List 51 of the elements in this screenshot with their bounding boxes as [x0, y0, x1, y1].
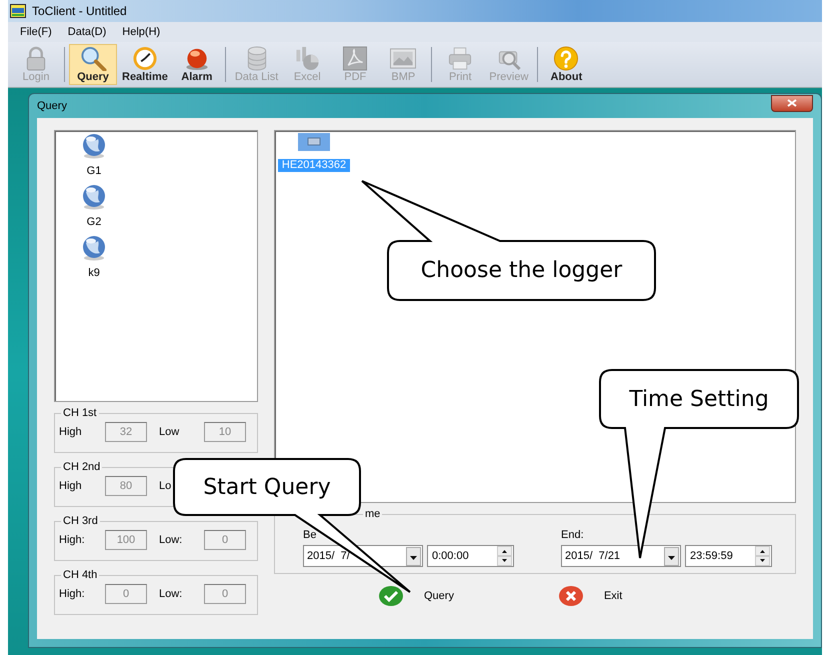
date-picker[interactable]: 2015/ 7/21 [561, 545, 681, 567]
menu-item[interactable]: File(F) [12, 26, 60, 38]
field-label: Low: [159, 534, 184, 546]
group-item[interactable]: k9 [59, 235, 129, 279]
checkmark-icon [378, 585, 404, 607]
callout-text: Start Query [202, 474, 332, 502]
toolbar-button[interactable]: Realtime [117, 44, 173, 85]
query-button[interactable]: Query [376, 583, 456, 609]
field-label: Low [159, 426, 180, 438]
group-item[interactable]: G2 [59, 184, 129, 228]
search-icon [79, 46, 107, 71]
field-label: Lo [159, 480, 172, 492]
globe-icon [80, 133, 108, 159]
help-icon [552, 46, 580, 71]
toolbar-button[interactable]: About [542, 44, 590, 85]
close-button[interactable] [771, 94, 813, 112]
group-title: CH 2nd [62, 461, 102, 473]
field-label: End: [561, 529, 584, 541]
toolbar-button[interactable]: Query [69, 44, 117, 85]
window-title: ToClient - Untitled [32, 4, 127, 18]
globe-icon [80, 235, 108, 261]
callout-text: Time Setting [628, 386, 770, 414]
field-label: Be [303, 529, 316, 541]
spinner-arrows-icon [497, 546, 512, 566]
group-title: CH 1st [62, 407, 98, 419]
field-label: High [59, 426, 83, 438]
menu-item[interactable]: Data(D) [60, 26, 114, 38]
field-label: High: [59, 534, 86, 546]
dialog-title: Query [37, 100, 67, 112]
menu-item[interactable]: Help(H) [114, 26, 168, 38]
field-label: High: [59, 588, 86, 600]
group-title: CH 3rd [62, 515, 99, 527]
group-title: CH 4th [62, 569, 98, 581]
time-field[interactable]: 0:00:00 [427, 545, 514, 567]
close-icon [558, 585, 584, 607]
globe-icon [80, 184, 108, 210]
spinner-arrows-icon [755, 546, 770, 566]
clock-icon [130, 46, 159, 71]
time-field[interactable]: 23:59:59 [685, 545, 772, 567]
group-title: me [364, 508, 382, 520]
app-icon [10, 4, 26, 18]
close-icon [787, 99, 797, 107]
group-item[interactable]: G1 [59, 133, 129, 177]
logger-icon [298, 133, 330, 151]
field-label: High [59, 480, 83, 492]
pdf-icon [341, 46, 370, 71]
toolbar-button[interactable]: Alarm [172, 44, 221, 85]
callout-text: Choose the logger [420, 257, 624, 285]
field-label: Low: [159, 588, 184, 600]
image-icon [389, 46, 418, 71]
exit-button[interactable]: Exit [556, 583, 624, 609]
